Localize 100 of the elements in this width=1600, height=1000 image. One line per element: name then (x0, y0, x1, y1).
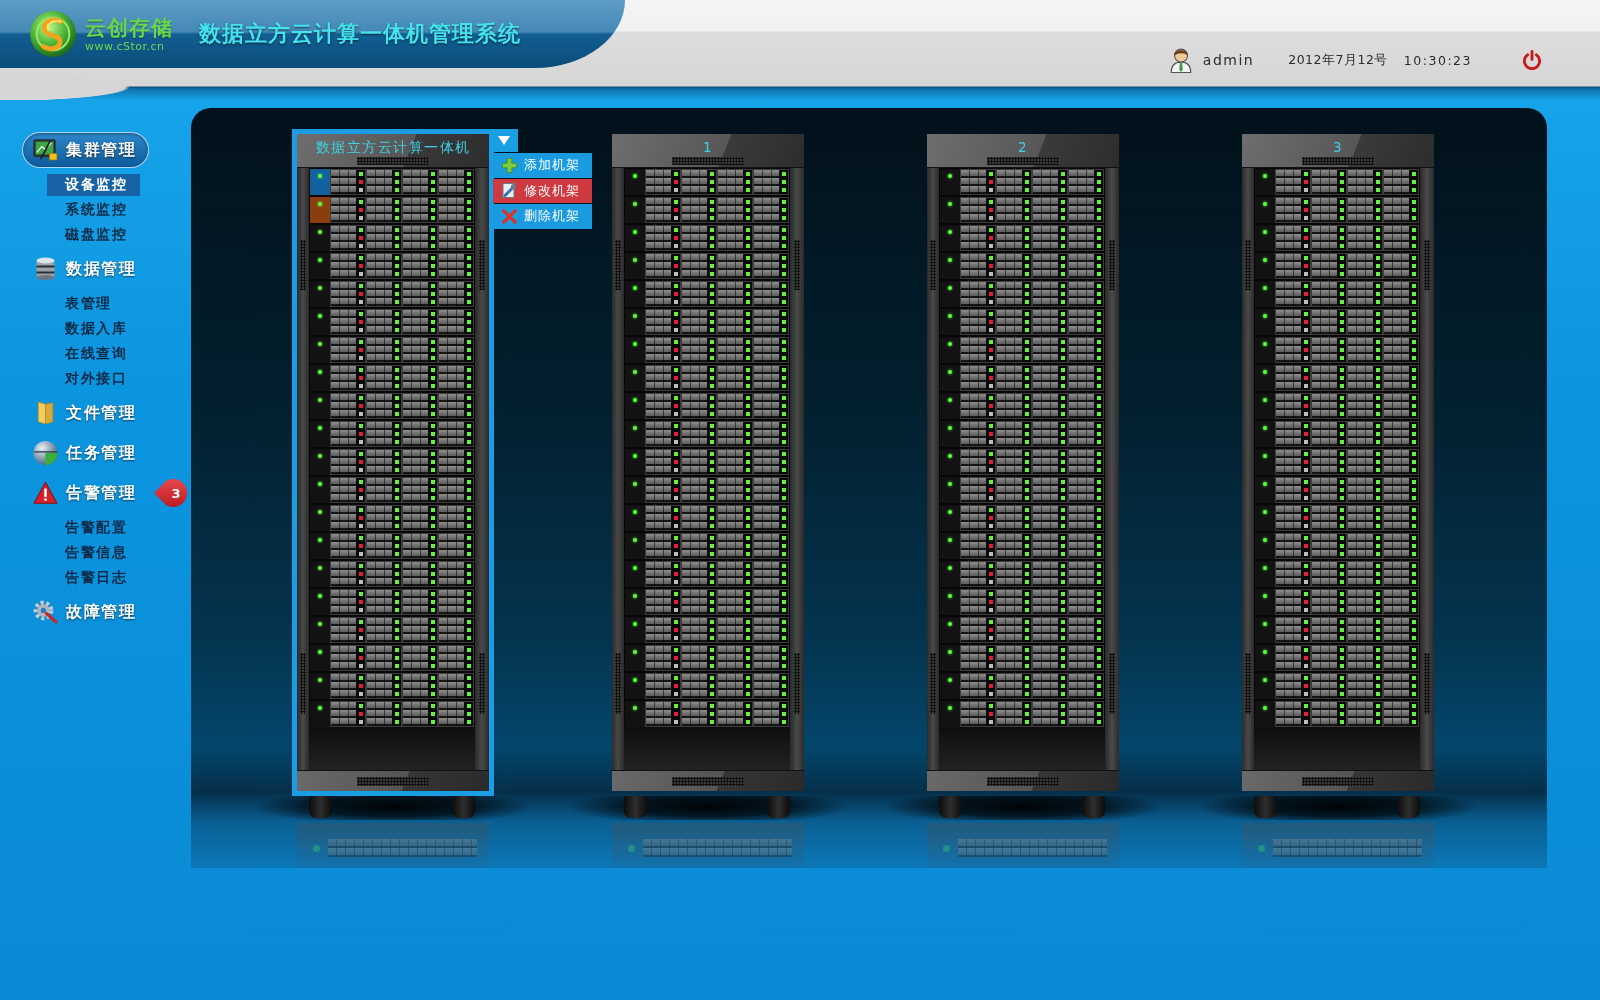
nav-link[interactable]: 告警信息 (47, 540, 140, 565)
server-drawing[interactable] (940, 309, 1104, 335)
server-drawing[interactable] (310, 645, 474, 671)
nav-link[interactable]: 系统监控 (47, 197, 140, 222)
server-drawing[interactable] (1255, 645, 1419, 671)
server-drawing[interactable] (940, 505, 1104, 531)
server-drawing[interactable] (1255, 617, 1419, 643)
server-drawing[interactable] (1255, 505, 1419, 531)
server-drawing[interactable] (940, 225, 1104, 251)
nav-category[interactable]: 告警管理 (22, 475, 149, 511)
nav-link[interactable]: 磁盘监控 (47, 222, 140, 247)
nav-link[interactable]: 数据入库 (47, 316, 140, 341)
nav-link[interactable]: 表管理 (47, 291, 140, 316)
server-drawing[interactable] (625, 365, 789, 391)
server-drawing[interactable] (1255, 197, 1419, 223)
server-drawing[interactable] (625, 197, 789, 223)
server-drawing[interactable] (940, 393, 1104, 419)
server-drawing[interactable] (940, 617, 1104, 643)
server-drawing[interactable] (310, 337, 474, 363)
server-drawing[interactable] (940, 365, 1104, 391)
server-drawing[interactable] (310, 449, 474, 475)
server-drawing[interactable] (310, 169, 474, 195)
server-drawing[interactable] (1255, 281, 1419, 307)
server-drawing[interactable] (1255, 393, 1419, 419)
server-drawing[interactable] (310, 421, 474, 447)
server-drawing[interactable] (940, 253, 1104, 279)
server-drawing[interactable] (310, 505, 474, 531)
server-drawing[interactable] (940, 169, 1104, 195)
server-drawing[interactable] (625, 337, 789, 363)
server-drawing[interactable] (625, 645, 789, 671)
server-drawing[interactable] (310, 365, 474, 391)
server-drawing[interactable] (310, 673, 474, 699)
server-drawing[interactable] (625, 505, 789, 531)
server-drawing[interactable] (1255, 673, 1419, 699)
nav-category[interactable]: 任务管理 (22, 435, 149, 471)
server-drawing[interactable] (1255, 561, 1419, 587)
server-drawing[interactable] (1255, 365, 1419, 391)
server-drawing[interactable] (940, 589, 1104, 615)
server-drawing[interactable] (310, 309, 474, 335)
server-drawing[interactable] (940, 533, 1104, 559)
server-drawing[interactable] (625, 309, 789, 335)
server-drawing[interactable] (625, 561, 789, 587)
power-icon[interactable] (1522, 50, 1542, 70)
nav-link[interactable]: 告警日志 (47, 565, 140, 590)
server-drawing[interactable] (1255, 533, 1419, 559)
server-drawing[interactable] (310, 589, 474, 615)
server-drawing[interactable] (625, 421, 789, 447)
server-drawing[interactable] (940, 561, 1104, 587)
server-drawing[interactable] (940, 477, 1104, 503)
server-rack[interactable]: 数据立方云计算一体机 (292, 129, 494, 796)
dropdown-button[interactable] (490, 129, 518, 152)
nav-link[interactable]: 告警配置 (47, 515, 140, 540)
server-drawing[interactable] (625, 169, 789, 195)
server-drawing[interactable] (310, 281, 474, 307)
server-drawing[interactable] (310, 197, 474, 223)
server-drawing[interactable] (625, 281, 789, 307)
server-drawing[interactable] (625, 617, 789, 643)
server-drawing[interactable] (625, 673, 789, 699)
server-drawing[interactable] (625, 477, 789, 503)
server-drawing[interactable] (625, 449, 789, 475)
server-drawing[interactable] (940, 197, 1104, 223)
nav-link[interactable]: 设备监控 (47, 173, 140, 196)
server-drawing[interactable] (625, 533, 789, 559)
server-drawing[interactable] (1255, 449, 1419, 475)
server-drawing[interactable] (1255, 309, 1419, 335)
server-drawing[interactable] (310, 253, 474, 279)
server-drawing[interactable] (1255, 701, 1419, 727)
server-drawing[interactable] (1255, 589, 1419, 615)
server-drawing[interactable] (625, 225, 789, 251)
nav-category[interactable]: 数据管理 (22, 251, 149, 287)
server-drawing[interactable] (1255, 337, 1419, 363)
server-drawing[interactable] (940, 337, 1104, 363)
rack-menu-item[interactable]: 添加机架 (493, 153, 592, 178)
rack-menu-item[interactable]: 修改机架 (493, 178, 592, 203)
server-drawing[interactable] (310, 477, 474, 503)
server-drawing[interactable] (1255, 421, 1419, 447)
server-drawing[interactable] (310, 393, 474, 419)
rack-menu-item[interactable]: 删除机架 (493, 204, 592, 229)
server-drawing[interactable] (625, 253, 789, 279)
server-drawing[interactable] (940, 645, 1104, 671)
nav-link[interactable]: 对外接口 (47, 366, 140, 391)
server-drawing[interactable] (310, 533, 474, 559)
server-drawing[interactable] (940, 673, 1104, 699)
server-drawing[interactable] (310, 617, 474, 643)
server-drawing[interactable] (940, 449, 1104, 475)
server-drawing[interactable] (1255, 477, 1419, 503)
server-drawing[interactable] (940, 421, 1104, 447)
server-drawing[interactable] (940, 281, 1104, 307)
server-drawing[interactable] (1255, 169, 1419, 195)
server-drawing[interactable] (1255, 225, 1419, 251)
server-drawing[interactable] (310, 225, 474, 251)
server-drawing[interactable] (310, 561, 474, 587)
nav-link[interactable]: 在线查询 (47, 341, 140, 366)
nav-category[interactable]: 文件管理 (22, 395, 149, 431)
nav-category[interactable]: 集群管理 (22, 132, 149, 168)
server-drawing[interactable] (310, 701, 474, 727)
server-drawing[interactable] (1255, 253, 1419, 279)
server-drawing[interactable] (625, 701, 789, 727)
server-drawing[interactable] (625, 589, 789, 615)
server-drawing[interactable] (940, 701, 1104, 727)
